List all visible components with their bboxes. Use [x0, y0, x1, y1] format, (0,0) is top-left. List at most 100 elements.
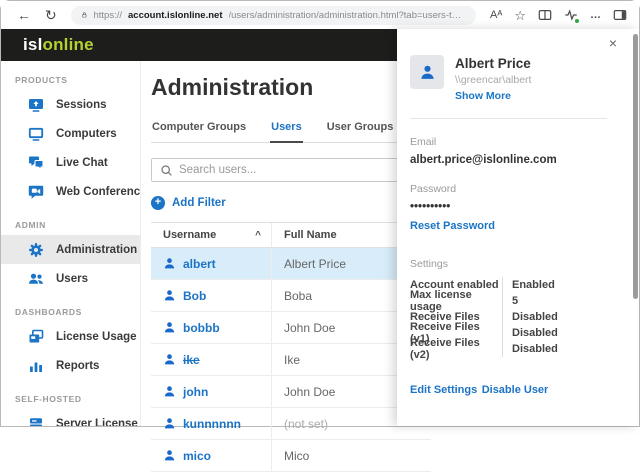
user-detail-panel: × Albert Price \\greencar\albert Show Mo…: [397, 29, 639, 426]
sidebar-item-users[interactable]: Users: [1, 264, 140, 293]
sidebar-item-label: Sessions: [56, 99, 107, 111]
browser-chrome: ← ↻ https://account.islonline.net/users/…: [1, 1, 639, 29]
back-icon[interactable]: ←: [17, 8, 31, 22]
administration-gear-icon: [28, 242, 44, 258]
refresh-icon[interactable]: ↻: [45, 8, 57, 22]
setting-value: Disabled: [502, 341, 558, 357]
live-chat-icon: [28, 155, 44, 171]
sidebar-item-computers[interactable]: Computers: [1, 119, 140, 148]
url-host: account.islonline.net: [128, 10, 223, 21]
username-link[interactable]: albert: [183, 257, 216, 271]
setting-value: Enabled: [502, 277, 555, 293]
column-header-username-label: Username: [163, 229, 216, 241]
fullname-text: Boba: [284, 289, 312, 303]
table-row[interactable]: kunnnnnn (not set): [151, 408, 431, 440]
search-users-input[interactable]: [179, 164, 414, 176]
scrollbar-thumb[interactable]: [633, 34, 638, 299]
username-cell[interactable]: john: [151, 376, 271, 407]
username-link[interactable]: mico: [183, 449, 211, 463]
browser-essentials-icon[interactable]: [564, 8, 578, 22]
fullname-cell: Mico: [271, 440, 431, 471]
favorite-star-icon[interactable]: ☆: [514, 9, 526, 22]
more-menu-icon[interactable]: …: [590, 10, 601, 21]
sort-ascending-icon[interactable]: ^: [255, 230, 261, 241]
tab-user-groups[interactable]: User Groups: [326, 116, 395, 142]
computers-icon: [28, 126, 44, 142]
show-more-link[interactable]: Show More: [455, 90, 511, 102]
username-link[interactable]: john: [183, 385, 208, 399]
email-label: Email: [410, 136, 613, 148]
table-row[interactable]: ike Ike: [151, 344, 431, 376]
sidebar-item-administration[interactable]: Administration: [1, 235, 140, 264]
vertical-scrollbar[interactable]: [632, 29, 638, 426]
url-scheme: https://: [93, 10, 122, 21]
sidebar-item-reports[interactable]: Reports: [1, 351, 140, 380]
username-cell[interactable]: bobbb: [151, 312, 271, 343]
tab-computer-groups[interactable]: Computer Groups: [151, 116, 247, 142]
reset-password-link[interactable]: Reset Password: [410, 220, 495, 232]
server-license-icon: [28, 416, 44, 427]
username-cell[interactable]: albert: [151, 248, 271, 279]
user-icon: [163, 385, 176, 398]
sidebar-item-label: Server License: [56, 418, 138, 427]
user-icon: [163, 449, 176, 462]
close-icon[interactable]: ×: [609, 36, 617, 50]
username-cell[interactable]: Bob: [151, 280, 271, 311]
address-bar[interactable]: https://account.islonline.net/users/admi…: [71, 6, 476, 25]
setting-label: Max license usage: [410, 293, 502, 309]
setting-row: Receive Files (v2) Disabled: [410, 341, 613, 357]
web-conference-icon: [28, 184, 44, 200]
logo-suffix: online: [43, 35, 94, 54]
user-icon: [163, 289, 176, 302]
sidebar-item-label: Reports: [56, 360, 99, 372]
panel-divider: [410, 118, 607, 119]
username-cell[interactable]: kunnnnnn: [151, 408, 271, 439]
split-screen-icon[interactable]: [538, 8, 552, 22]
sidebar-section-dashboards: DASHBOARDS: [1, 293, 140, 322]
user-icon: [163, 417, 176, 430]
essentials-status-dot: [574, 18, 580, 24]
table-row[interactable]: bobbb John Doe: [151, 312, 431, 344]
fullname-text: John Doe: [284, 385, 335, 399]
license-usage-icon: [28, 329, 44, 345]
username-link[interactable]: Bob: [183, 289, 206, 303]
sidebar-panel-icon[interactable]: [613, 8, 627, 22]
setting-value: Disabled: [502, 325, 558, 341]
sidebar-section-products: PRODUCTS: [1, 61, 140, 90]
tab-users[interactable]: Users: [270, 116, 303, 143]
column-header-username[interactable]: Username ^: [151, 223, 271, 247]
sidebar-item-license-usage[interactable]: License Usage: [1, 322, 140, 351]
sidebar-item-live-chat[interactable]: Live Chat: [1, 148, 140, 177]
sidebar: PRODUCTS Sessions Computers Live Chat We…: [1, 61, 141, 426]
table-row[interactable]: albert Albert Price: [151, 248, 431, 280]
panel-user-domain: \\greencar\albert: [455, 74, 531, 86]
table-row[interactable]: john John Doe: [151, 376, 431, 408]
plus-circle-icon: +: [151, 196, 165, 210]
table-row[interactable]: mico Mico: [151, 440, 431, 472]
username-link[interactable]: ike: [183, 353, 200, 367]
fullname-text: Ike: [284, 353, 300, 367]
username-link[interactable]: kunnnnnn: [183, 417, 241, 431]
fullname-text: (not set): [284, 417, 328, 431]
password-label: Password: [410, 183, 613, 195]
sidebar-item-server-license[interactable]: Server License: [1, 409, 140, 426]
username-cell[interactable]: ike: [151, 344, 271, 375]
sidebar-section-selfhosted: SELF-HOSTED: [1, 380, 140, 409]
settings-list: Account enabled Enabled Max license usag…: [410, 277, 613, 357]
sidebar-item-sessions[interactable]: Sessions: [1, 90, 140, 119]
fullname-text: Albert Price: [284, 257, 346, 271]
sidebar-item-web-conference[interactable]: Web Conference: [1, 177, 140, 206]
sidebar-item-label: Computers: [56, 128, 117, 140]
disable-user-link[interactable]: Disable User: [482, 384, 549, 396]
username-cell[interactable]: mico: [151, 440, 271, 471]
edit-settings-link[interactable]: Edit Settings: [410, 384, 477, 396]
email-value: albert.price@islonline.com: [410, 154, 613, 166]
table-row[interactable]: Bob Boba: [151, 280, 431, 312]
search-users-box[interactable]: [151, 158, 423, 182]
sidebar-item-label: Live Chat: [56, 157, 108, 169]
text-size-icon[interactable]: Aᴬ: [490, 10, 502, 21]
sidebar-item-label: Web Conference: [56, 186, 141, 198]
panel-user-header: Albert Price \\greencar\albert Show More: [410, 55, 613, 104]
username-link[interactable]: bobbb: [183, 321, 220, 335]
search-icon: [160, 164, 173, 177]
